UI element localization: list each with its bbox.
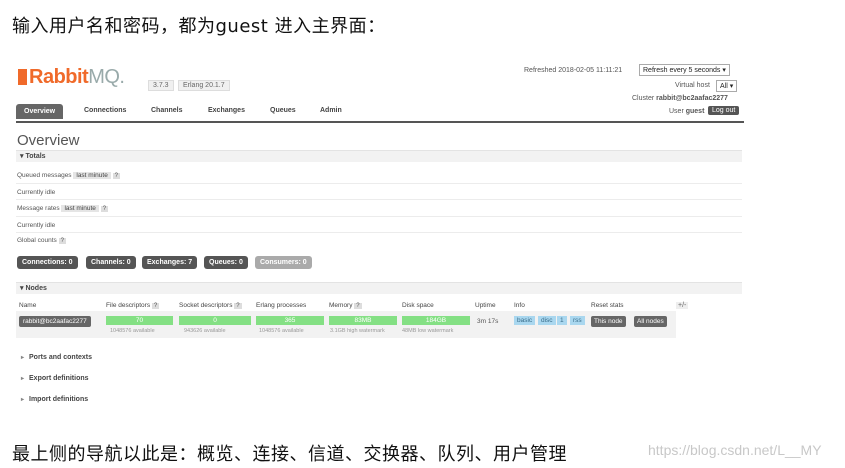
refreshed-label: Refreshed 2018-02-05 11:11:21	[524, 67, 623, 74]
tab-channels[interactable]: Channels	[151, 107, 183, 114]
fd-available: 1048576 available	[110, 328, 155, 334]
col-erlang-processes: Erlang processes	[256, 302, 307, 309]
info-basic-tag: basic	[514, 316, 536, 325]
help-icon[interactable]: ?	[112, 173, 120, 179]
queued-messages-row: Queued messages last minute ?	[17, 172, 120, 179]
vhost-select[interactable]: All ▾	[716, 80, 738, 92]
refresh-select[interactable]: Refresh every 5 seconds ▾	[639, 64, 730, 76]
connections-count-button[interactable]: Connections: 0	[17, 256, 78, 269]
col-disk-space: Disk space	[402, 302, 434, 309]
col-info: Info	[514, 302, 525, 309]
columns-toggle[interactable]: +/-	[676, 302, 689, 309]
node-name-link[interactable]: rabbit@bc2aafac2277	[19, 316, 91, 327]
tab-admin[interactable]: Admin	[320, 107, 342, 114]
nodes-section-header[interactable]: ▾ Nodes	[16, 282, 742, 294]
memory-bar: 83MB	[329, 316, 397, 325]
message-rates-row: Message rates last minute ?	[17, 205, 109, 212]
exchanges-count-button[interactable]: Exchanges: 7	[142, 256, 198, 269]
reset-all-nodes-button[interactable]: All nodes	[634, 316, 667, 327]
cluster-info: Cluster rabbit@bc2aafac2277	[632, 95, 728, 102]
sd-available: 943626 available	[184, 328, 226, 334]
watermark: https://blog.csdn.net/L__MY	[648, 442, 822, 458]
rabbitmq-screenshot: RabbitMQ. 3.7.3 Erlang 20.1.7 Refreshed …	[16, 60, 744, 415]
global-counts-row: Global counts ?	[17, 237, 66, 244]
totals-section-header[interactable]: ▾ Totals	[16, 150, 742, 162]
channels-count-button[interactable]: Channels: 0	[86, 256, 136, 269]
disk-watermark: 48MB low watermark	[402, 328, 454, 334]
disk-bar: 184GB	[402, 316, 470, 325]
info-rss-tag: rss	[570, 316, 585, 325]
tab-exchanges[interactable]: Exchanges	[208, 107, 245, 114]
tab-connections[interactable]: Connections	[84, 107, 126, 114]
rabbit-logo-icon	[18, 69, 27, 85]
col-name: Name	[19, 302, 37, 309]
queues-count-button[interactable]: Queues: 0	[204, 256, 248, 269]
memory-watermark: 3.1GB high watermark	[330, 328, 385, 334]
consumers-count-button[interactable]: Consumers: 0	[255, 256, 312, 269]
ep-available: 1048576 available	[259, 328, 304, 334]
vhost-label: Virtual host	[675, 82, 710, 89]
ports-contexts-toggle[interactable]: ▸ Ports and contexts	[21, 354, 92, 361]
help-icon[interactable]: ?	[58, 238, 66, 244]
erlang-badge: Erlang 20.1.7	[178, 80, 230, 91]
rabbitmq-logo: RabbitMQ.	[18, 66, 125, 89]
import-definitions-toggle[interactable]: ▸ Import definitions	[21, 396, 88, 403]
col-file-descriptors: File descriptors ?	[106, 302, 160, 309]
fd-bar: 70	[106, 316, 173, 325]
tab-overview[interactable]: Overview	[16, 104, 64, 119]
ep-bar: 365	[256, 316, 324, 325]
info-disc-tag: disc	[538, 316, 556, 325]
idle-text: Currently idle	[17, 222, 56, 229]
col-socket-descriptors: Socket descriptors ?	[179, 302, 242, 309]
col-uptime: Uptime	[475, 302, 496, 309]
export-definitions-toggle[interactable]: ▸ Export definitions	[21, 375, 89, 382]
intro-text: 输入用户名和密码，都为guest 进入主界面：	[12, 16, 386, 37]
outro-text: 最上侧的导航以此是：概览、连接、信道、交换器、队列、用户管理	[12, 444, 567, 465]
tab-queues[interactable]: Queues	[270, 107, 296, 114]
reset-this-node-button[interactable]: This node	[591, 316, 626, 327]
col-reset-stats: Reset stats	[591, 302, 624, 309]
info-count-tag: 1	[557, 316, 567, 325]
last-minute-toggle[interactable]: last minute	[61, 205, 99, 212]
uptime-value: 3m 17s	[477, 318, 499, 325]
version-badge: 3.7.3	[148, 80, 174, 91]
main-tabs: Overview Connections Channels Exchanges …	[16, 104, 744, 123]
idle-text: Currently idle	[17, 189, 56, 196]
sd-bar: 0	[179, 316, 251, 325]
page-title: Overview	[17, 132, 80, 149]
help-icon[interactable]: ?	[100, 206, 109, 212]
col-memory: Memory ?	[329, 302, 362, 309]
last-minute-toggle[interactable]: last minute	[73, 172, 111, 179]
